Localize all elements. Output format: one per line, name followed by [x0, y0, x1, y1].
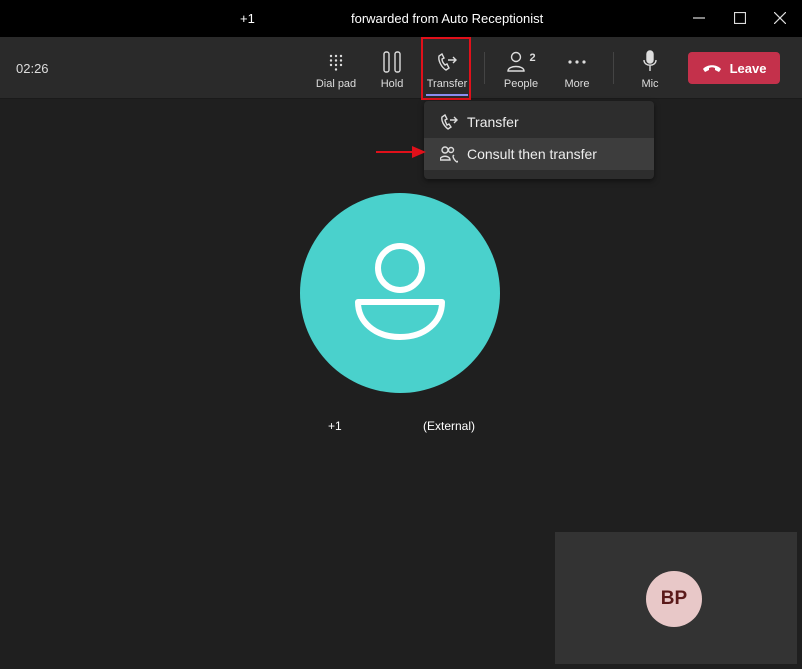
hang-up-icon: [702, 65, 721, 72]
people-button[interactable]: 2 People: [500, 37, 542, 98]
menu-item-label: Transfer: [467, 114, 519, 130]
maximize-button[interactable]: [726, 6, 754, 30]
hold-button[interactable]: Hold: [375, 37, 409, 98]
annotation-arrow-icon: [376, 146, 426, 158]
mic-button[interactable]: Mic: [633, 37, 667, 98]
toolbar-divider: [484, 52, 485, 84]
person-icon: [355, 243, 445, 340]
minimize-button[interactable]: [685, 6, 713, 30]
people-label: People: [503, 78, 539, 90]
self-video-tile: BP: [555, 532, 797, 664]
more-button[interactable]: More: [557, 37, 597, 98]
title-bar: +1 forwarded from Auto Receptionist: [0, 0, 802, 37]
caller-number: +1: [328, 419, 342, 433]
dial-pad-icon: [329, 54, 343, 71]
close-button[interactable]: [766, 6, 794, 30]
people-call-icon: [440, 146, 458, 163]
call-timer: 02:26: [16, 61, 49, 76]
menu-item-transfer[interactable]: Transfer: [424, 106, 654, 138]
phone-transfer-icon: [441, 113, 458, 130]
people-count: 2: [529, 52, 536, 64]
transfer-active-indicator: [426, 94, 468, 96]
transfer-menu: Transfer Consult then transfer: [424, 101, 654, 179]
title-caller-number: +1: [240, 11, 255, 26]
call-toolbar: 02:26 Dial pad Hold Transfer 2 People Mo…: [0, 37, 802, 100]
caller-avatar: [300, 193, 500, 393]
close-icon: [774, 12, 786, 24]
microphone-icon: [643, 50, 657, 71]
pause-icon: [383, 51, 401, 73]
transfer-highlight-box: [421, 37, 471, 100]
menu-item-label: Consult then transfer: [467, 146, 597, 162]
caller-external-tag: (External): [423, 419, 476, 433]
more-label: More: [564, 78, 590, 90]
toolbar-divider: [613, 52, 614, 84]
minimize-icon: [693, 17, 705, 19]
window-title: forwarded from Auto Receptionist: [351, 11, 544, 26]
leave-button[interactable]: Leave: [688, 52, 780, 84]
menu-item-consult-then-transfer[interactable]: Consult then transfer: [424, 138, 654, 170]
hold-label: Hold: [380, 78, 404, 90]
people-icon: [507, 51, 526, 72]
dial-pad-label: Dial pad: [315, 78, 357, 90]
leave-label: Leave: [729, 60, 767, 76]
self-avatar: BP: [646, 571, 702, 627]
dial-pad-button[interactable]: Dial pad: [313, 37, 359, 98]
more-icon: [568, 60, 586, 64]
maximize-icon: [734, 12, 746, 24]
mic-label: Mic: [641, 78, 659, 90]
